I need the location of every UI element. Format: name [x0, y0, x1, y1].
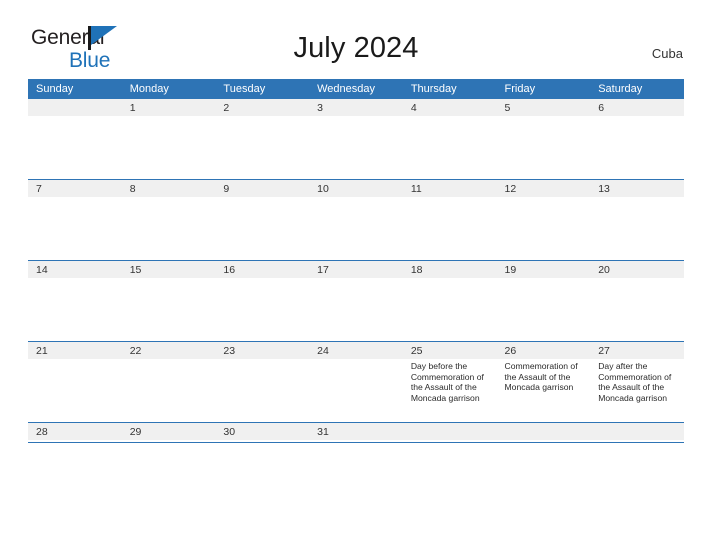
calendar-day-cell-19[interactable]: 19 [496, 260, 591, 341]
calendar-day-cell-29[interactable]: 29 [121, 422, 216, 443]
day-number: 11 [402, 180, 497, 197]
calendar-day-cell-26[interactable]: 26 Commemoration of the Assault of the Mo… [496, 341, 591, 422]
calendar-weeks: 1 2 3 4 5 6 7 8 9 10 11 12 13 14 15 16 17 18 19 20 21 22 23 24 2… [28, 98, 684, 443]
calendar-day-cell-28[interactable]: 28 [28, 422, 122, 443]
calendar-day-cell-18[interactable]: 18 [402, 260, 497, 341]
calendar-day-cell-23[interactable]: 23 [215, 341, 310, 422]
calendar-day-cell-4[interactable]: 4 [402, 98, 497, 179]
day-events: Commemoration of the Assault of the Monc… [497, 359, 591, 393]
calendar-week-row: 7 8 9 10 11 12 13 [28, 179, 684, 260]
calendar-day-cell-5[interactable]: 5 [496, 98, 591, 179]
weekday-header-monday: Monday [121, 79, 216, 98]
calendar-day-cell-2[interactable]: 2 [215, 98, 310, 179]
country-label: Cuba [651, 46, 683, 61]
day-number [402, 423, 497, 440]
calendar-day-cell-21[interactable]: 21 [28, 341, 122, 422]
calendar-grid: Sunday Monday Tuesday Wednesday Thursday Frid… [28, 79, 684, 443]
day-number: 21 [28, 342, 122, 359]
day-number: 12 [496, 180, 591, 197]
day-number: 27 [590, 342, 684, 359]
day-number: 17 [309, 261, 403, 278]
calendar-day-cell-empty [402, 422, 497, 443]
weekday-header-tuesday: Tuesday [215, 79, 310, 98]
day-number: 24 [309, 342, 403, 359]
day-number: 16 [215, 261, 310, 278]
page-header: General Blue July 2024 Cuba [0, 0, 712, 78]
day-number: 13 [590, 180, 684, 197]
event-item: Commemoration of the Assault of the Monc… [504, 361, 578, 393]
day-number: 25 [402, 342, 497, 359]
day-number: 19 [496, 261, 591, 278]
calendar-day-cell-24[interactable]: 24 [309, 341, 403, 422]
calendar-day-cell-empty [590, 422, 684, 443]
calendar-week-row: 14 15 16 17 18 19 20 [28, 260, 684, 341]
calendar-day-cell-14[interactable]: 14 [28, 260, 122, 341]
weekday-header-friday: Friday [496, 79, 591, 98]
calendar-day-cell-30[interactable]: 30 [215, 422, 310, 443]
day-events: Day after the Commemoration of the Assau… [590, 359, 684, 403]
day-number: 29 [121, 423, 216, 440]
weekday-header-thursday: Thursday [402, 79, 497, 98]
day-number: 26 [496, 342, 591, 359]
day-number: 8 [121, 180, 216, 197]
calendar-day-cell-31[interactable]: 31 [309, 422, 403, 443]
event-item: Day after the Commemoration of the Assau… [598, 361, 672, 403]
day-number: 1 [121, 99, 216, 116]
day-number: 31 [309, 423, 403, 440]
day-number [496, 423, 591, 440]
calendar-day-cell-empty [496, 422, 591, 443]
day-number: 14 [28, 261, 122, 278]
weekday-header-saturday: Saturday [590, 79, 684, 98]
calendar-day-cell-13[interactable]: 13 [590, 179, 684, 260]
calendar-week-row: 21 22 23 24 25 Day before the Commemoration o… [28, 341, 684, 422]
day-number: 6 [590, 99, 684, 116]
weekday-header-row: Sunday Monday Tuesday Wednesday Thursday Frid… [28, 79, 684, 98]
day-number: 5 [496, 99, 591, 116]
day-number [590, 423, 684, 440]
calendar-day-cell-7[interactable]: 7 [28, 179, 122, 260]
day-number: 10 [309, 180, 403, 197]
day-number [28, 99, 122, 116]
day-number: 22 [121, 342, 216, 359]
weekday-header-sunday: Sunday [28, 79, 122, 98]
day-number: 23 [215, 342, 310, 359]
day-number: 15 [121, 261, 216, 278]
calendar-day-cell-6[interactable]: 6 [590, 98, 684, 179]
calendar-day-cell-12[interactable]: 12 [496, 179, 591, 260]
calendar-day-cell-10[interactable]: 10 [309, 179, 403, 260]
day-number: 30 [215, 423, 310, 440]
day-number: 2 [215, 99, 310, 116]
calendar-day-cell-1[interactable]: 1 [121, 98, 216, 179]
calendar-week-row: 28 29 30 31 [28, 422, 684, 443]
day-number: 4 [402, 99, 497, 116]
day-events: Day before the Commemoration of the Assa… [403, 359, 497, 403]
calendar-day-cell-empty [28, 98, 122, 179]
event-item: Day before the Commemoration of the Assa… [410, 361, 484, 403]
calendar-day-cell-8[interactable]: 8 [121, 179, 216, 260]
calendar-day-cell-27[interactable]: 27 Day after the Commemoration of the Ass… [590, 341, 684, 422]
day-number: 3 [309, 99, 403, 116]
calendar-day-cell-25[interactable]: 25 Day before the Commemoration of the As… [402, 341, 497, 422]
calendar-day-cell-3[interactable]: 3 [309, 98, 403, 179]
calendar-day-cell-17[interactable]: 17 [309, 260, 403, 341]
calendar-day-cell-11[interactable]: 11 [402, 179, 497, 260]
day-number: 18 [402, 261, 497, 278]
weekday-header-wednesday: Wednesday [309, 79, 403, 98]
day-number: 9 [215, 180, 310, 197]
calendar-day-cell-22[interactable]: 22 [121, 341, 216, 422]
page-title: July 2024 [293, 32, 419, 64]
calendar-week-row: 123456 [28, 98, 684, 179]
calendar-day-cell-20[interactable]: 20 [590, 260, 684, 341]
day-number: 20 [590, 261, 684, 278]
calendar-day-cell-15[interactable]: 15 [121, 260, 216, 341]
day-number: 28 [28, 423, 122, 440]
calendar-day-cell-16[interactable]: 16 [215, 260, 310, 341]
day-number: 7 [28, 180, 122, 197]
calendar-day-cell-9[interactable]: 9 [215, 179, 310, 260]
